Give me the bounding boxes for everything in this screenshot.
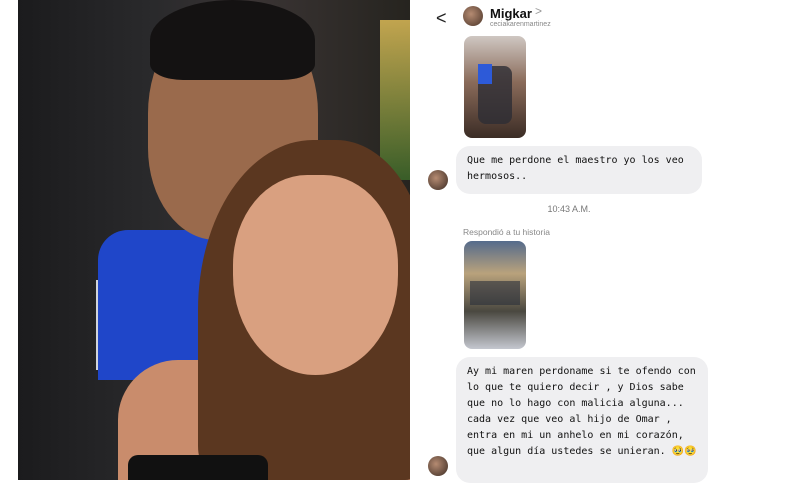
back-icon[interactable]: < [436, 8, 447, 29]
story-reply-thumbnail[interactable] [464, 36, 526, 138]
timestamp: 10:43 A.M. [547, 204, 591, 214]
man-hair [150, 0, 315, 80]
photo-background-light [380, 20, 410, 180]
message-bubble[interactable]: Ay mi maren perdoname si te ofendo con l… [456, 357, 708, 483]
message-bubble[interactable]: Que me perdone el maestro yo los veo her… [456, 146, 702, 194]
chevron-right-icon[interactable]: > [535, 4, 542, 18]
sender-avatar[interactable] [428, 170, 448, 190]
woman-top [128, 455, 268, 480]
story-thumbnail-shirt [478, 64, 492, 84]
woman-face [233, 175, 398, 375]
chat-header: < Migkar > ceciakarenmartinez [418, 0, 720, 36]
story-thumbnail-content [470, 281, 520, 305]
selfie-photo [18, 0, 410, 480]
sender-avatar[interactable] [428, 456, 448, 476]
profile-avatar[interactable] [463, 6, 483, 26]
story-reply-label: Respondió a tu historia [463, 227, 550, 237]
contact-username: ceciakarenmartinez [490, 21, 551, 28]
contact-name[interactable]: Migkar [490, 6, 532, 21]
story-reply-thumbnail[interactable] [464, 241, 526, 349]
chat-screenshot: < Migkar > ceciakarenmartinez Que me per… [418, 0, 720, 483]
